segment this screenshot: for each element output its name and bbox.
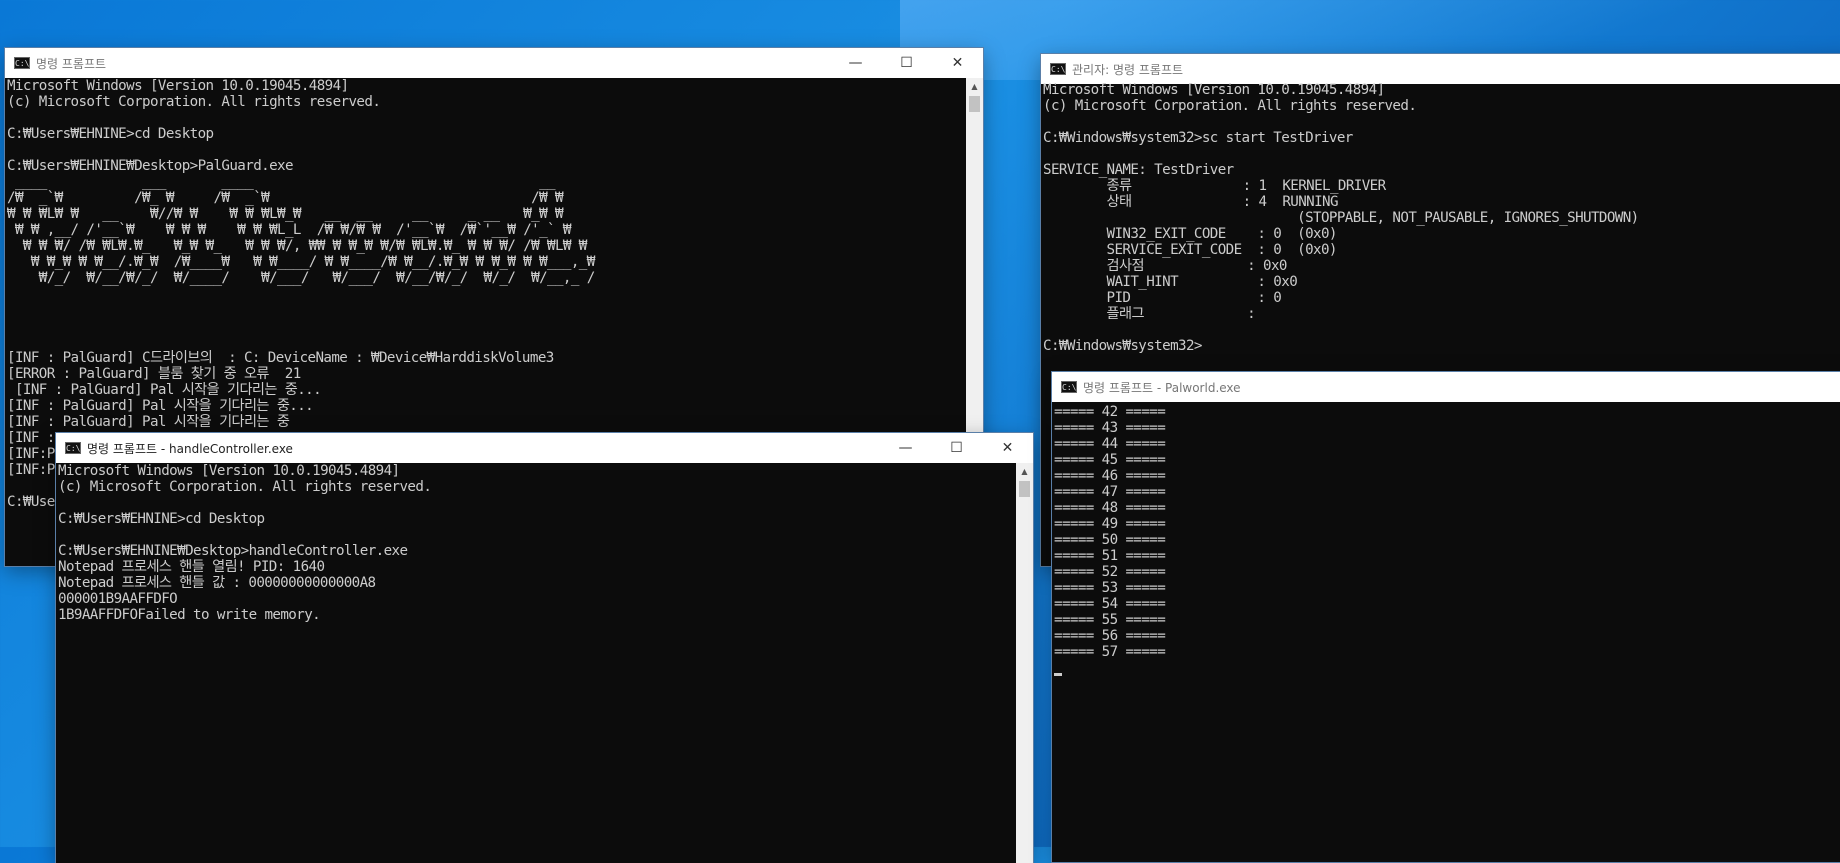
- console-line: 상태 : 4 RUNNING: [1043, 194, 1339, 210]
- console-line: ===== 45 =====: [1054, 452, 1166, 468]
- console-line: [INF : PalGuard] Pal 시작을 기다리는 중...: [7, 398, 314, 414]
- scroll-up-icon[interactable]: ▲: [966, 78, 983, 95]
- scroll-up-icon[interactable]: ▲: [1016, 463, 1033, 480]
- scroll-thumb[interactable]: [1019, 481, 1030, 497]
- console-line: ₩ ₩ ₩L₩ ₩ __ ₩//₩ ₩ ₩ ₩ ₩L₩_₩ __ __ __ _…: [7, 206, 564, 222]
- console-line: ===== 55 =====: [1054, 612, 1166, 628]
- console-line: ===== 52 =====: [1054, 564, 1166, 580]
- maximize-button[interactable]: ☐: [931, 433, 982, 463]
- console-output[interactable]: Microsoft Windows [Version 10.0.19045.48…: [56, 463, 1033, 863]
- console-line: ₩ ₩ ,__/ /'__`₩ ₩ ₩ ₩ ₩ ₩ ₩L_L /₩ ₩/₩ ₩ …: [7, 222, 572, 238]
- console-line: 000001B9AAFFDFO: [58, 591, 178, 607]
- console-line: SERVICE_NAME: TestDriver: [1043, 162, 1234, 178]
- cmd-window-handlecontroller[interactable]: C:\ 명령 프롬프트 - handleController.exe — ☐ ✕…: [56, 433, 1033, 863]
- close-button[interactable]: ✕: [932, 48, 983, 78]
- console-line: 검사점 : 0x0: [1043, 258, 1288, 274]
- console-line: WIN32_EXIT_CODE : 0 (0x0): [1043, 226, 1338, 242]
- title-bar[interactable]: C:\ 명령 프롬프트 — ☐ ✕: [5, 48, 983, 78]
- console-line: 1B9AAFFDFOFailed to write memory.: [58, 607, 321, 623]
- window-title: 명령 프롬프트: [36, 56, 107, 71]
- title-bar[interactable]: C:\ 명령 프롬프트 - handleController.exe — ☐ ✕: [56, 433, 1033, 463]
- console-line: C:₩Windows₩system32>: [1043, 338, 1202, 354]
- cmd-icon: C:\: [1050, 63, 1066, 75]
- title-bar[interactable]: C:\ 명령 프롬프트 - Palworld.exe: [1052, 372, 1840, 402]
- console-line: ===== 53 =====: [1054, 580, 1166, 596]
- console-line: ===== 51 =====: [1054, 548, 1166, 564]
- console-line: ===== 49 =====: [1054, 516, 1166, 532]
- maximize-button[interactable]: ☐: [881, 48, 932, 78]
- console-line: ===== 47 =====: [1054, 484, 1166, 500]
- console-line: 플래그 :: [1043, 306, 1256, 322]
- window-title: 명령 프롬프트 - Palworld.exe: [1083, 380, 1241, 395]
- console-line: ===== 50 =====: [1054, 532, 1166, 548]
- console-line: Notepad 프로세스 핸들 열림! PID: 1640: [58, 559, 325, 575]
- console-line: ===== 48 =====: [1054, 500, 1166, 516]
- console-line: C:₩Users₩EHNINE₩Desktop>PalGuard.exe: [7, 158, 294, 174]
- console-line: 종류 : 1 KERNEL_DRIVER: [1043, 178, 1387, 194]
- window-title: 관리자: 명령 프롬프트: [1072, 62, 1184, 77]
- cmd-icon: C:\: [65, 442, 81, 454]
- console-line: ===== 57 =====: [1054, 644, 1166, 660]
- console-line: ₩ ₩ ₩/ /₩ ₩L₩.₩_ ₩_₩ ₩_ ₩ ₩ ₩/, ₩₩ ₩ ₩_₩…: [7, 238, 587, 254]
- window-title: 명령 프롬프트 - handleController.exe: [87, 441, 293, 456]
- scroll-thumb[interactable]: [969, 96, 980, 112]
- console-line: ₩/_/ ₩/__/₩/_/ ₩/____/ ₩/___/ ₩/___/ ₩/_…: [7, 270, 596, 286]
- console-line: ===== 46 =====: [1054, 468, 1166, 484]
- close-button[interactable]: ✕: [982, 433, 1033, 463]
- console-line: C:₩Users₩EHNINE>cd Desktop: [7, 126, 214, 142]
- console-line: Microsoft Windows [Version 10.0.19045.48…: [58, 463, 400, 479]
- console-line: /₩ _`₩ /₩_ ₩ /₩ _`₩ /₩ ₩: [7, 190, 564, 206]
- cmd-window-palworld[interactable]: C:\ 명령 프롬프트 - Palworld.exe ===== 42 ====…: [1052, 372, 1840, 862]
- console-output[interactable]: ===== 42 ===== ===== 43 ===== ===== 44 ===…: [1052, 404, 1840, 862]
- console-line: ===== 43 =====: [1054, 420, 1166, 436]
- console-line: ₩ ₩_₩ ₩ ₩__/.₩_₩ /₩____₩ ₩ ₩____/ ₩ ₩___…: [7, 254, 595, 270]
- console-line: SERVICE_EXIT_CODE : 0 (0x0): [1043, 242, 1338, 258]
- console-line: Notepad 프로세스 핸들 값 : 00000000000000A8: [58, 575, 376, 591]
- title-bar[interactable]: C:\ 관리자: 명령 프롬프트: [1041, 54, 1840, 84]
- console-line: Microsoft Windows [Version 10.0.19045.48…: [7, 78, 349, 94]
- console-line: (c) Microsoft Corporation. All rights re…: [1043, 98, 1417, 114]
- console-line: C:₩Users₩EHNINE>cd Desktop: [58, 511, 265, 527]
- console-line: [ERROR : PalGuard] 블룸 찾기 중 오류 21: [7, 366, 301, 382]
- console-line: (STOPPABLE, NOT_PAUSABLE, IGNORES_SHUTDO…: [1043, 210, 1639, 226]
- console-line: C:₩Users₩EHNINE₩Desktop>handleController…: [58, 543, 408, 559]
- console-line: PID : 0: [1043, 290, 1282, 306]
- cmd-icon: C:\: [14, 57, 30, 69]
- console-line: ===== 56 =====: [1054, 628, 1166, 644]
- console-line: ===== 44 =====: [1054, 436, 1166, 452]
- console-line: ____ ___ ____ __: [7, 174, 556, 190]
- console-line: [INF : PalGuard] Pal 시작을 기다리는 중: [7, 414, 290, 430]
- minimize-button[interactable]: —: [880, 433, 931, 463]
- console-line: WAIT_HINT : 0x0: [1043, 274, 1298, 290]
- console-line: [INF : PalGuard] C드라이브의 : C: DeviceName …: [7, 350, 554, 366]
- cmd-icon: C:\: [1061, 381, 1077, 393]
- console-line: ===== 54 =====: [1054, 596, 1166, 612]
- text-cursor: [1054, 660, 1840, 676]
- console-line: Microsoft Windows [Version 10.0.19045.48…: [1043, 82, 1385, 98]
- console-line: ===== 42 =====: [1054, 404, 1166, 420]
- console-line: (c) Microsoft Corporation. All rights re…: [7, 94, 381, 110]
- console-line: (c) Microsoft Corporation. All rights re…: [58, 479, 432, 495]
- console-line: [INF : PalGuard] Pal 시작을 기다리는 중...: [7, 382, 322, 398]
- console-line: C:₩Windows₩system32>sc start TestDriver: [1043, 130, 1353, 146]
- scrollbar[interactable]: ▲: [1016, 463, 1033, 863]
- minimize-button[interactable]: —: [830, 48, 881, 78]
